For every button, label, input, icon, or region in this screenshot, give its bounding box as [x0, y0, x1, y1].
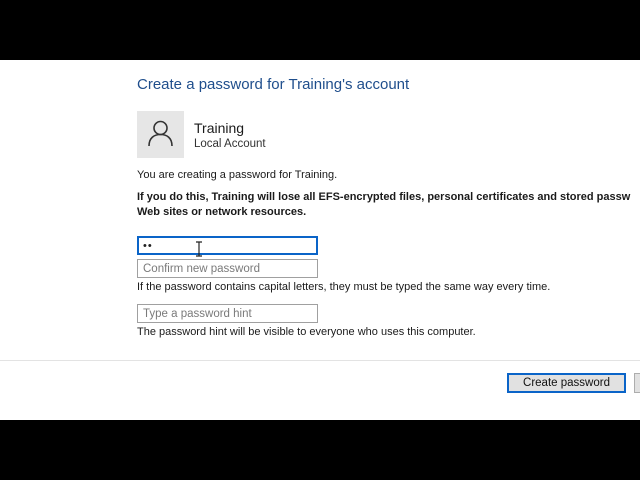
user-icon	[148, 120, 173, 147]
create-password-dialog: Create a password for Training's account…	[0, 60, 640, 420]
account-name: Training	[194, 120, 245, 136]
confirm-password-input[interactable]	[137, 259, 318, 278]
creating-message: You are creating a password for Training…	[137, 169, 338, 181]
capital-letters-note: If the password contains capital letters…	[137, 281, 551, 293]
account-type: Local Account	[194, 138, 266, 150]
create-password-button[interactable]: Create password	[507, 373, 626, 393]
efs-warning-line1: If you do this, Training will lose all E…	[137, 191, 631, 203]
divider	[0, 360, 640, 361]
hint-visibility-note: The password hint will be visible to eve…	[137, 326, 476, 338]
new-password-input[interactable]	[137, 236, 318, 255]
avatar	[137, 111, 184, 158]
page-title: Create a password for Training's account	[137, 76, 410, 93]
efs-warning-line2: Web sites or network resources.	[137, 206, 307, 218]
password-hint-input[interactable]	[137, 304, 318, 323]
cancel-button[interactable]	[634, 373, 640, 393]
text-cursor-icon	[196, 241, 202, 257]
efs-warning: If you do this, Training will lose all E…	[137, 190, 630, 220]
